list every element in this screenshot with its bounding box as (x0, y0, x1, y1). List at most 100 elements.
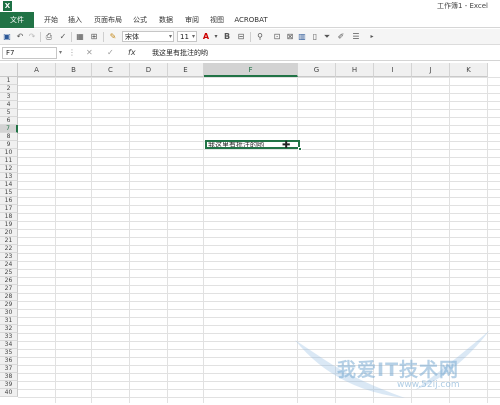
row-header-31[interactable]: 31 (0, 317, 18, 325)
column-header-i[interactable]: I (374, 63, 412, 77)
row-header-9[interactable]: 9 (0, 141, 18, 149)
undo-icon[interactable]: ↶ (15, 32, 25, 42)
row-header-34[interactable]: 34 (0, 341, 18, 349)
row-header-30[interactable]: 30 (0, 309, 18, 317)
font-color-icon[interactable]: A (201, 32, 211, 42)
row-header-21[interactable]: 21 (0, 237, 18, 245)
tab-view[interactable]: 视图 (206, 14, 228, 27)
tab-page-layout[interactable]: 页面布局 (89, 14, 127, 27)
tab-review[interactable]: 审阅 (181, 14, 203, 27)
row-header-35[interactable]: 35 (0, 349, 18, 357)
row-header-18[interactable]: 18 (0, 213, 18, 221)
column-header-c[interactable]: C (92, 63, 130, 77)
spell-check-icon[interactable]: ✓ (58, 32, 68, 42)
font-size-value: 11 (180, 33, 189, 41)
row-header-7[interactable]: 7 (0, 125, 18, 133)
new-sheet-icon[interactable]: ▯ (310, 32, 320, 42)
tab-file[interactable]: 文件 (0, 12, 34, 28)
chevron-down-icon[interactable]: ▾ (59, 49, 62, 56)
ribbon-tabs: 文件 开始 插入 页面布局 公式 数据 审阅 视图 ACROBAT (0, 12, 500, 28)
row-header-26[interactable]: 26 (0, 277, 18, 285)
row-header-24[interactable]: 24 (0, 261, 18, 269)
toolbar-separator (250, 32, 251, 42)
row-header-36[interactable]: 36 (0, 357, 18, 365)
cancel-icon[interactable]: ✕ (86, 48, 93, 58)
fill-handle[interactable] (298, 147, 302, 151)
row-header-29[interactable]: 29 (0, 301, 18, 309)
borders-icon[interactable]: ⊟ (236, 32, 246, 42)
chart-icon[interactable]: ▥ (297, 32, 307, 42)
row-header-32[interactable]: 32 (0, 325, 18, 333)
watermark-logo: 我爱IT技术网 www.52ij.com (285, 320, 500, 403)
row-header-2[interactable]: 2 (0, 85, 18, 93)
row-header-3[interactable]: 3 (0, 93, 18, 101)
table-icon[interactable]: ▦ (75, 32, 85, 42)
row-header-38[interactable]: 38 (0, 373, 18, 381)
toolbar-separator (71, 32, 72, 42)
format-painter-icon[interactable]: ✎ (108, 32, 118, 42)
font-name-select[interactable]: 宋体 ▾ (122, 31, 174, 42)
column-header-h[interactable]: H (336, 63, 374, 77)
row-header-8[interactable]: 8 (0, 133, 18, 141)
row-header-33[interactable]: 33 (0, 333, 18, 341)
formula-input[interactable]: 我这里有批注的哟 (148, 47, 498, 59)
print-preview-icon[interactable]: ⎙ (44, 32, 54, 42)
delete-cells-icon[interactable]: ⊠ (285, 32, 295, 42)
row-header-11[interactable]: 11 (0, 157, 18, 165)
filter-icon[interactable]: ⏷ (322, 32, 332, 42)
column-header-e[interactable]: E (168, 63, 204, 77)
edit-icon[interactable]: ✐ (336, 32, 346, 42)
row-header-37[interactable]: 37 (0, 365, 18, 373)
tab-data[interactable]: 数据 (155, 14, 177, 27)
more-options-icon[interactable]: ⋮ (68, 48, 76, 58)
row-header-20[interactable]: 20 (0, 229, 18, 237)
insert-cells-icon[interactable]: ⊡ (272, 32, 282, 42)
chevron-down-icon: ▾ (168, 33, 172, 40)
row-header-39[interactable]: 39 (0, 381, 18, 389)
row-header-28[interactable]: 28 (0, 293, 18, 301)
name-box[interactable]: F7 (2, 47, 57, 59)
column-header-f[interactable]: F (204, 63, 298, 77)
customize-toolbar-icon[interactable]: ▸ (367, 32, 377, 42)
row-header-17[interactable]: 17 (0, 205, 18, 213)
redo-icon[interactable]: ↷ (27, 32, 37, 42)
merge-icon[interactable]: ⊞ (89, 32, 99, 42)
row-header-1[interactable]: 1 (0, 77, 18, 85)
column-header-d[interactable]: D (130, 63, 168, 77)
row-header-14[interactable]: 14 (0, 181, 18, 189)
find-icon[interactable]: ⚲ (255, 32, 265, 42)
tab-insert[interactable]: 插入 (64, 14, 86, 27)
row-header-25[interactable]: 25 (0, 269, 18, 277)
watermark-text: 我爱IT技术网 (337, 359, 460, 381)
tab-acrobat[interactable]: ACROBAT (232, 14, 270, 27)
row-header-40[interactable]: 40 (0, 389, 18, 397)
chevron-down-icon[interactable]: ▾ (211, 32, 221, 42)
row-header-12[interactable]: 12 (0, 165, 18, 173)
row-header-4[interactable]: 4 (0, 101, 18, 109)
insert-function-icon[interactable]: fx (128, 48, 136, 58)
column-header-j[interactable]: J (412, 63, 450, 77)
row-header-19[interactable]: 19 (0, 221, 18, 229)
row-header-22[interactable]: 22 (0, 245, 18, 253)
row-header-5[interactable]: 5 (0, 109, 18, 117)
tab-home[interactable]: 开始 (40, 14, 62, 27)
row-header-13[interactable]: 13 (0, 173, 18, 181)
row-header-23[interactable]: 23 (0, 253, 18, 261)
font-size-select[interactable]: 11 ▾ (177, 31, 197, 42)
column-header-b[interactable]: B (56, 63, 92, 77)
form-icon[interactable]: ☰ (351, 32, 361, 42)
row-header-16[interactable]: 16 (0, 197, 18, 205)
column-header-a[interactable]: A (18, 63, 56, 77)
title-bar: X 工作簿1 - Excel (0, 0, 500, 12)
enter-icon[interactable]: ✓ (107, 48, 114, 58)
row-header-27[interactable]: 27 (0, 285, 18, 293)
bold-button[interactable]: B (222, 32, 232, 42)
save-icon[interactable]: ▣ (2, 32, 12, 42)
select-all-corner[interactable] (0, 63, 18, 77)
tab-formulas[interactable]: 公式 (129, 14, 151, 27)
row-header-10[interactable]: 10 (0, 149, 18, 157)
row-header-15[interactable]: 15 (0, 189, 18, 197)
row-header-6[interactable]: 6 (0, 117, 18, 125)
column-header-k[interactable]: K (450, 63, 488, 77)
column-header-g[interactable]: G (298, 63, 336, 77)
